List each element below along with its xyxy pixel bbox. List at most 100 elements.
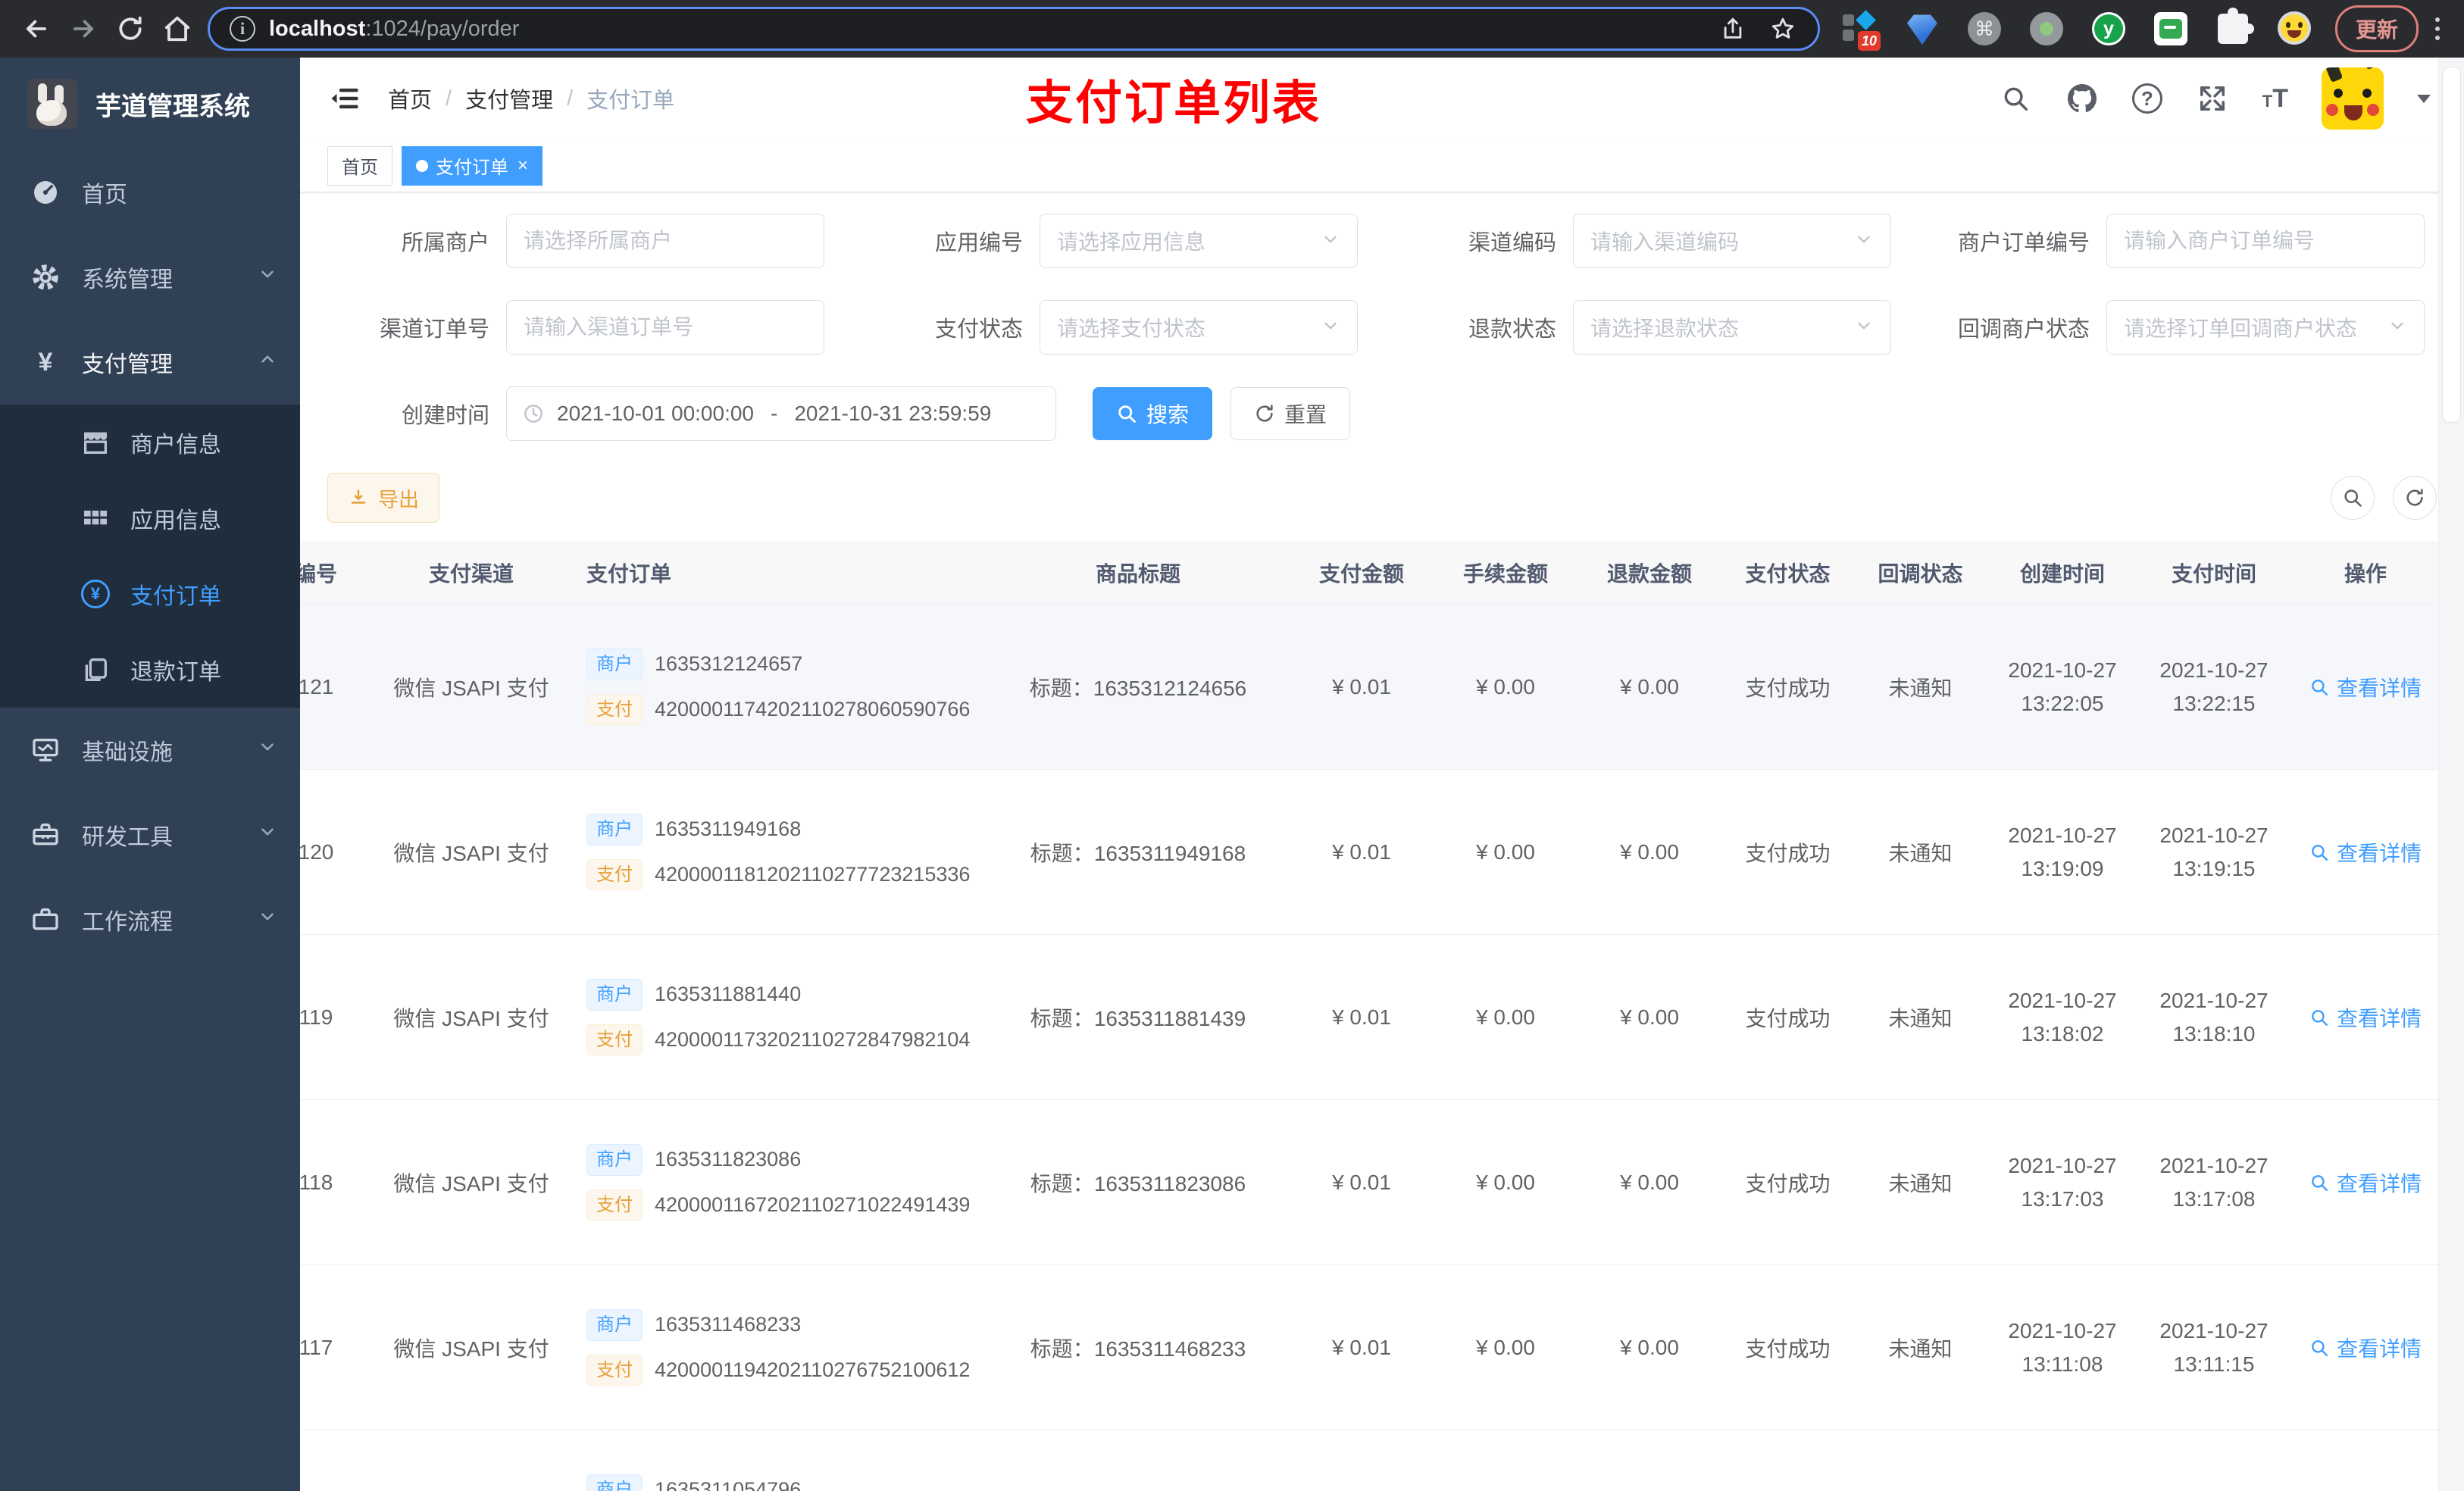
bookmark-star-icon[interactable] xyxy=(1768,14,1798,44)
title-value: 1635311881439 xyxy=(1093,1006,1246,1030)
notify-status-select[interactable]: 请选择订单回调商户状态 xyxy=(2106,300,2425,355)
cell-action: 查看详情 xyxy=(2290,672,2441,702)
page-scrollbar[interactable] xyxy=(2438,58,2464,1491)
chevron-down-icon xyxy=(258,264,277,290)
dot-extension-icon[interactable] xyxy=(2029,11,2064,46)
title-prefix: 标题： xyxy=(1030,1006,1094,1030)
channel-order-no-field[interactable] xyxy=(524,315,807,339)
view-detail-label: 查看详情 xyxy=(2336,1336,2422,1361)
refresh-icon[interactable] xyxy=(2393,476,2437,520)
sidebar-item-label: 退款订单 xyxy=(130,660,221,685)
sidebar-logo[interactable]: 芋道管理系统 xyxy=(0,58,300,150)
puzzle-extensions-icon[interactable] xyxy=(2215,8,2254,46)
reset-button[interactable]: 重置 xyxy=(1230,387,1351,440)
export-button[interactable]: 导出 xyxy=(327,473,439,523)
scrollbar-thumb[interactable] xyxy=(2442,67,2461,423)
cell-action: 查看详情 xyxy=(2290,1002,2441,1033)
cell-refund: ¥ 0.00 xyxy=(1620,1005,1679,1029)
chevron-down-icon xyxy=(258,822,277,848)
profile-emoji-icon[interactable] xyxy=(2277,11,2312,46)
gem-extension-icon[interactable] xyxy=(1905,11,1940,46)
tag-pay-order[interactable]: 支付订单 × xyxy=(402,145,543,186)
pay-order-line: 支付 4200001194202110276752100612 xyxy=(586,1354,979,1386)
user-avatar[interactable] xyxy=(2322,67,2384,130)
tag-home[interactable]: 首页 xyxy=(327,145,392,186)
close-icon[interactable]: × xyxy=(518,156,528,175)
pay-order-table: 编号 支付渠道 支付订单 商品标题 支付金额 手续金额 退款金额 支付状态 回调… xyxy=(300,541,2441,1491)
table-row: 117 微信 JSAPI 支付 商户 1635311468233 支付 4200… xyxy=(300,1265,2441,1430)
sidebar-item-label: 研发工具 xyxy=(82,825,173,850)
filter-refund-status: 退款状态 请选择退款状态 xyxy=(1394,300,1891,355)
forward-icon[interactable] xyxy=(67,12,100,45)
field-label: 所属商户 xyxy=(401,231,489,255)
tampermonkey-extension-icon[interactable]: 10 xyxy=(1842,10,1881,51)
sidebar-item-system[interactable]: 系统管理 xyxy=(0,235,300,320)
merchant-input[interactable] xyxy=(506,214,824,268)
url-bar[interactable]: i localhost:1024/pay/order xyxy=(208,7,1820,51)
sidebar-fold-icon[interactable] xyxy=(327,81,362,116)
date-separator: - xyxy=(771,402,778,425)
github-icon[interactable] xyxy=(2065,82,2099,115)
select-placeholder: 请选择退款状态 xyxy=(1590,317,1740,340)
share-icon[interactable] xyxy=(1718,14,1748,44)
toggle-search-icon[interactable] xyxy=(2331,476,2375,520)
command-extension-icon[interactable]: ⌘ xyxy=(1967,11,2002,46)
reload-icon[interactable] xyxy=(114,12,147,45)
merchant-order-no-field[interactable] xyxy=(2124,229,2407,253)
fullscreen-icon[interactable] xyxy=(2196,82,2229,115)
sidebar-item-refund-order[interactable]: 退款订单 xyxy=(0,632,300,708)
view-detail-link[interactable]: 查看详情 xyxy=(2309,1002,2422,1033)
cell-fee: ¥ 0.00 xyxy=(1476,1170,1535,1194)
view-detail-link[interactable]: 查看详情 xyxy=(2309,1333,2422,1363)
view-detail-link[interactable]: 查看详情 xyxy=(2309,672,2422,702)
created-date: 2021-10-27 xyxy=(2008,1319,2117,1343)
sidebar-item-payment[interactable]: ¥ 支付管理 xyxy=(0,320,300,405)
browser-menu-icon[interactable] xyxy=(2431,13,2444,45)
app-select[interactable]: 请选择应用信息 xyxy=(1040,214,1358,268)
cell-channel: 微信 JSAPI 支付 xyxy=(393,841,549,865)
pay-status-select[interactable]: 请选择支付状态 xyxy=(1040,300,1358,355)
table-row: 118 微信 JSAPI 支付 商户 1635311823086 支付 4200… xyxy=(300,1100,2441,1265)
merchant-input-field[interactable] xyxy=(524,229,807,253)
merchant-order-line: 商户 1635311949168 xyxy=(586,814,979,846)
url-host: localhost xyxy=(269,16,366,41)
table-toolbar: 导出 xyxy=(327,473,2437,523)
browser-update-button[interactable]: 更新 xyxy=(2334,5,2419,52)
view-detail-label: 查看详情 xyxy=(2336,676,2422,700)
filter-row-2: 渠道订单号 支付状态 请选择支付状态 退款状态 请选择退款状态 xyxy=(327,300,2437,355)
sidebar-item-merchant-info[interactable]: 商户信息 xyxy=(0,405,300,480)
field-label: 渠道编码 xyxy=(1468,231,1556,255)
help-icon[interactable]: ? xyxy=(2131,83,2162,114)
merchant-tag: 商户 xyxy=(586,649,643,680)
sidebar-item-home[interactable]: 首页 xyxy=(0,150,300,235)
sidebar-item-infrastructure[interactable]: 基础设施 xyxy=(0,708,300,792)
toolbox-icon xyxy=(30,820,61,850)
search-icon[interactable] xyxy=(1999,82,2032,115)
search-button[interactable]: 搜索 xyxy=(1093,387,1213,440)
merchant-order-no-input[interactable] xyxy=(2106,214,2425,268)
site-info-icon[interactable]: i xyxy=(230,16,255,42)
breadcrumb-payment[interactable]: 支付管理 xyxy=(465,83,553,114)
view-detail-link[interactable]: 查看详情 xyxy=(2309,1167,2422,1198)
channel-code-select[interactable]: 请输入渠道编码 xyxy=(1573,214,1891,268)
sidebar-item-app-info[interactable]: 应用信息 xyxy=(0,480,300,556)
avatar-caret-icon[interactable] xyxy=(2417,94,2431,103)
paid-date: 2021-10-27 xyxy=(2159,1154,2269,1178)
channel-order-no-input[interactable] xyxy=(506,300,824,355)
cell-amount: ¥ 0.01 xyxy=(1332,1005,1391,1029)
filter-row-3: 创建时间 2021-10-01 00:00:00 - 2021-10-31 23… xyxy=(327,386,2437,441)
cell-order: 商户 1635311468233 支付 42000011942021102767… xyxy=(570,1309,987,1386)
sidebar-item-workflow[interactable]: 工作流程 xyxy=(0,877,300,962)
font-size-icon[interactable]: TT xyxy=(2262,84,2288,114)
view-detail-link[interactable]: 查看详情 xyxy=(2309,837,2422,867)
pay-order-no: 4200001181202110277723215336 xyxy=(655,862,971,886)
refund-status-select[interactable]: 请选择退款状态 xyxy=(1573,300,1891,355)
breadcrumb-home[interactable]: 首页 xyxy=(388,83,432,114)
sidebar-item-dev-tools[interactable]: 研发工具 xyxy=(0,792,300,877)
home-icon[interactable] xyxy=(161,12,194,45)
date-range-picker[interactable]: 2021-10-01 00:00:00 - 2021-10-31 23:59:5… xyxy=(506,386,1056,441)
chat-extension-icon[interactable] xyxy=(2153,11,2188,46)
y-extension-icon[interactable]: y xyxy=(2091,11,2126,46)
back-icon[interactable] xyxy=(20,12,53,45)
sidebar-item-pay-order[interactable]: ¥ 支付订单 xyxy=(0,556,300,632)
